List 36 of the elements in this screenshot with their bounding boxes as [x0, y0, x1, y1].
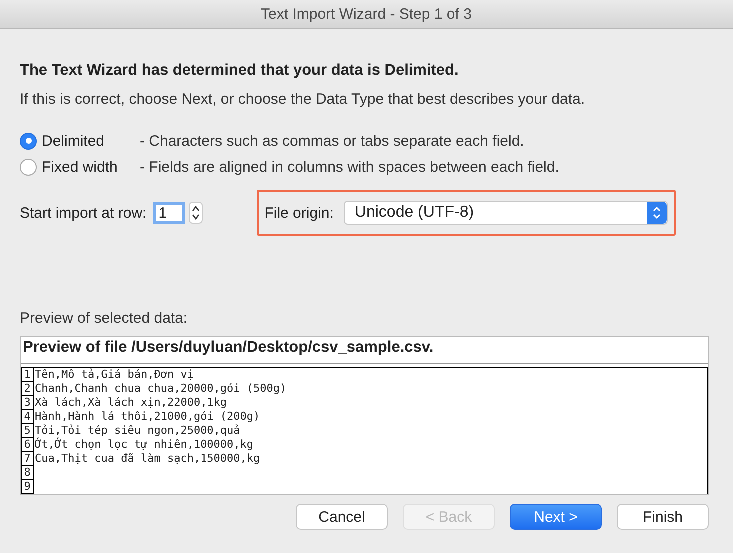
data-line: Chanh,Chanh chua chua,20000,gói (500g)	[34, 382, 287, 396]
window-title: Text Import Wizard - Step 1 of 3	[261, 6, 472, 22]
data-line: Cua,Thịt cua đã làm sạch,150000,kg	[34, 452, 260, 466]
heading-text: The Text Wizard has determined that your data is Delimited.	[20, 62, 460, 80]
preview-title: Preview of file /Users/duyluan/Desktop/csv_sample.csv.	[21, 337, 708, 364]
start-row-field[interactable]: 1	[152, 202, 185, 224]
radio-label[interactable]: Delimited	[42, 132, 140, 150]
line-number: 1	[22, 368, 34, 382]
line-number: 4	[22, 410, 34, 424]
wizard-button[interactable]: Cancel	[296, 504, 388, 530]
chevron-icon	[646, 202, 667, 224]
file-origin-dropdown[interactable]: Unicode (UTF-8)	[344, 201, 668, 225]
data-line: Ớt,Ớt chọn lọc tự nhiên,100000,kg	[34, 438, 254, 452]
radio-description: - Characters such as commas or tabs separate each field.	[140, 132, 524, 150]
radio-button[interactable]	[20, 158, 37, 176]
line-number: 6	[22, 438, 34, 452]
wizard-button[interactable]: Finish	[617, 504, 709, 530]
radio-description: - Fields are aligned in columns with spaces between each field.	[140, 158, 560, 176]
data-line: Tên,Mô tả,Giá bán,Đơn vị	[34, 368, 194, 382]
file-origin-label: File origin:	[264, 204, 334, 222]
start-row-label: Start import at row:	[20, 204, 147, 222]
line-number: 8	[22, 466, 34, 480]
line-number: 3	[22, 396, 34, 410]
wizard-button[interactable]: Next >	[510, 504, 602, 530]
preview-label: Preview of selected data:	[20, 310, 189, 327]
line-number: 5	[22, 424, 34, 438]
data-line: Hành,Hành lá thôi,21000,gói (200g)	[34, 410, 260, 424]
stepper-icon[interactable]	[188, 202, 203, 224]
intro-text: If this is correct, choose Next, or choose the Data Type that best describes your data.	[20, 91, 586, 108]
radio-button[interactable]	[20, 132, 37, 150]
data-line: Xà lách,Xà lách xịn,22000,1kg	[34, 396, 228, 410]
line-number: 9	[22, 480, 34, 494]
line-number: 7	[22, 452, 34, 466]
data-line: Tỏi,Tỏi tép siêu ngon,25000,quả	[34, 424, 240, 438]
line-number: 2	[22, 382, 34, 396]
radio-label[interactable]: Fixed width	[42, 158, 140, 176]
